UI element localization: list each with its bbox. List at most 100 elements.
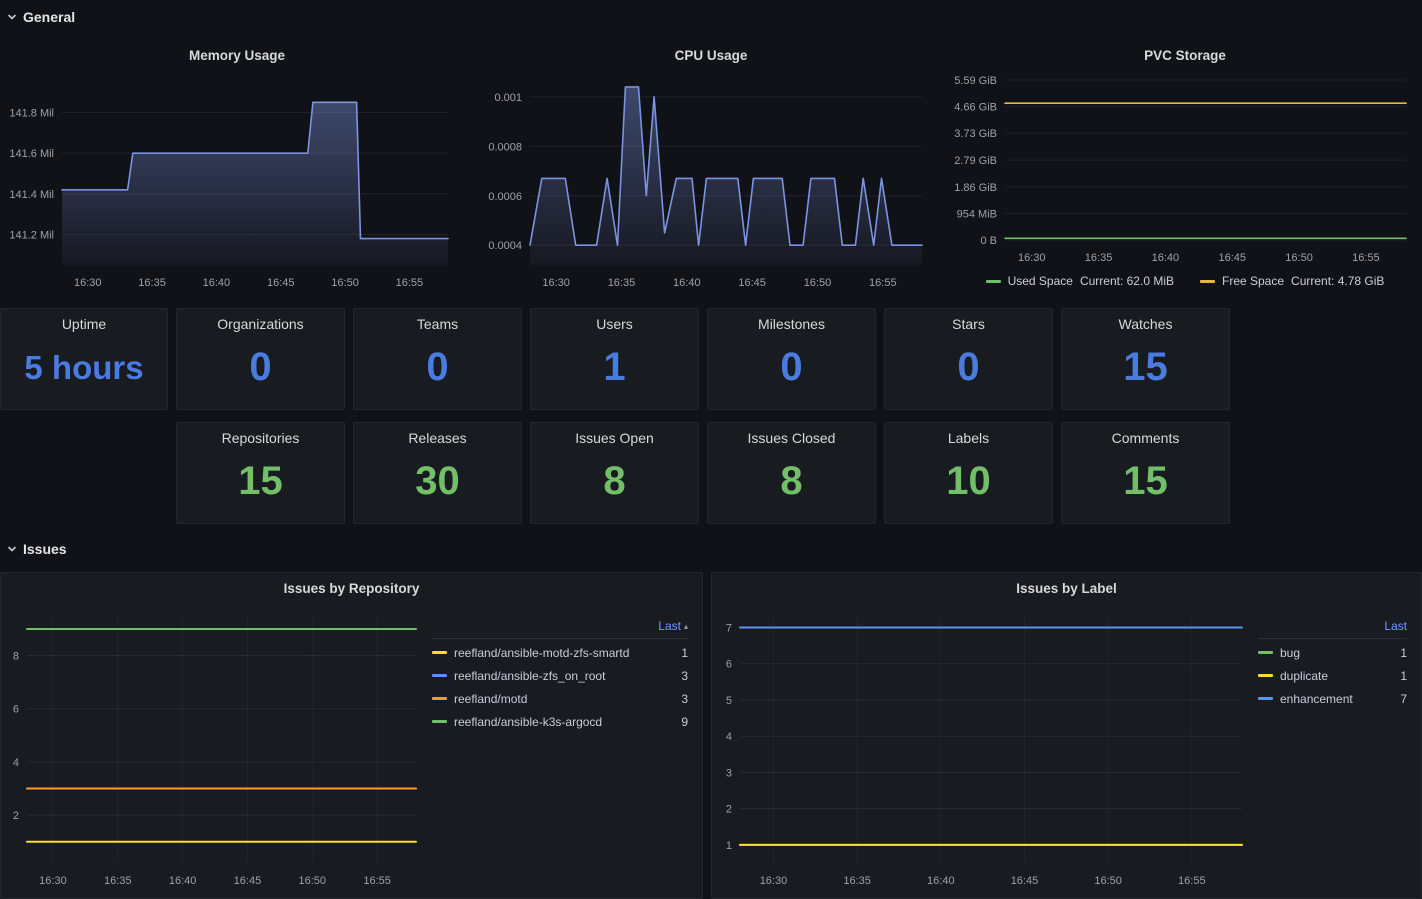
svg-text:16:30: 16:30 [760,875,788,887]
legend-series-name: enhancement [1280,691,1353,706]
panel-title-issues-by-label[interactable]: Issues by Label [712,573,1421,605]
stat-panel-comments: Comments 15 [1061,422,1230,524]
svg-text:16:45: 16:45 [234,875,262,887]
svg-text:16:45: 16:45 [738,277,766,289]
panel-title-pvc-storage[interactable]: PVC Storage [948,40,1422,72]
memory-usage-chart[interactable]: 141.2 Mil 141.4 Mil 141.6 Mil 141.8 Mil 16:3… [0,72,474,295]
svg-text:16:35: 16:35 [138,277,166,289]
svg-text:16:40: 16:40 [1152,252,1180,264]
svg-text:16:35: 16:35 [104,875,132,887]
stat-panel-milestones: Milestones 0 [707,308,876,410]
svg-text:16:50: 16:50 [299,875,327,887]
stat-value: 0 [957,345,980,389]
legend-item[interactable]: duplicate 1 [1258,664,1407,687]
panel-title-cpu-usage[interactable]: CPU Usage [474,40,948,72]
stat-row-1: Uptime 5 hours Organizations 0 Teams 0 U… [0,308,1230,410]
svg-text:4: 4 [726,731,732,743]
legend-sort-label: Last [658,619,681,633]
svg-text:16:55: 16:55 [1178,875,1206,887]
legend-item[interactable]: enhancement 7 [1258,687,1407,710]
panel-title-memory-usage[interactable]: Memory Usage [0,40,474,72]
legend-item[interactable]: reefland/ansible-k3s-argocd 9 [432,710,688,733]
series-color-icon [432,697,447,700]
panel-title-issues-by-repository[interactable]: Issues by Repository [1,573,702,605]
stat-value: 30 [415,459,460,503]
stat-panel-users: Users 1 [530,308,699,410]
stat-value: 8 [603,459,626,503]
series-color-icon [432,720,447,723]
svg-text:954 MiB: 954 MiB [957,208,997,220]
legend-item-free-space[interactable]: Free Space Current: 4.78 GiB [1200,274,1384,288]
svg-text:16:50: 16:50 [1285,252,1313,264]
stat-panel-stars: Stars 0 [884,308,1053,410]
legend-item[interactable]: reefland/ansible-zfs_on_root 3 [432,664,688,687]
legend-current-value: Current: 62.0 MiB [1079,274,1174,288]
stat-panel-organizations: Organizations 0 [176,308,345,410]
svg-text:16:50: 16:50 [331,277,359,289]
stat-panel-labels: Labels 10 [884,422,1053,524]
top-chart-row: Memory Usage 141.2 Mil 141.4 Mil 141.6 Mil… [0,40,1422,295]
svg-text:141.4 Mil: 141.4 Mil [9,189,54,201]
svg-text:141.6 Mil: 141.6 Mil [9,148,54,160]
svg-text:16:50: 16:50 [804,277,832,289]
svg-text:4.66 GiB: 4.66 GiB [954,102,997,114]
pvc-storage-chart[interactable]: 0 B 954 MiB 1.86 GiB 2.79 GiB 3.73 GiB 4.66 G… [948,72,1422,268]
legend-series-name: bug [1280,645,1301,660]
svg-text:141.2 Mil: 141.2 Mil [9,230,54,242]
legend-label: Free Space [1222,274,1285,288]
svg-text:2: 2 [726,804,732,816]
svg-text:0.0004: 0.0004 [488,240,522,252]
section-header-general[interactable]: General [6,6,75,28]
svg-text:7: 7 [726,622,732,634]
legend-series-name: reefland/ansible-k3s-argocd [454,714,603,729]
stat-value: 0 [780,345,803,389]
svg-text:16:30: 16:30 [542,277,570,289]
legend-item[interactable]: reefland/ansible-motd-zfs-smartd 1 [432,641,688,664]
svg-text:16:30: 16:30 [1018,252,1046,264]
stat-panel-releases: Releases 30 [353,422,522,524]
legend-item-used-space[interactable]: Used Space Current: 62.0 MiB [985,274,1174,288]
stat-panel-watches: Watches 15 [1061,308,1230,410]
legend-series-name: reefland/ansible-zfs_on_root [454,668,606,683]
svg-text:16:40: 16:40 [673,277,701,289]
legend-item[interactable]: bug 1 [1258,641,1407,664]
cpu-usage-chart[interactable]: 0.0004 0.0006 0.0008 0.001 16:30 16:35 16:40 16… [474,72,948,295]
section-header-issues[interactable]: Issues [6,538,67,560]
svg-text:16:55: 16:55 [869,277,897,289]
issues-by-label-chart[interactable]: 1 2 3 4 5 6 7 16:30 16:35 16:40 16:45 16:50 16:55 [712,605,1252,895]
legend-sort-label: Last [1384,619,1407,633]
svg-text:3.73 GiB: 3.73 GiB [954,128,997,140]
svg-text:16:35: 16:35 [1085,252,1113,264]
stat-value: 10 [946,459,991,503]
series-color-icon [432,651,447,654]
legend-series-value: 1 [1400,645,1407,660]
svg-text:6: 6 [13,704,19,716]
stat-row-2: Repositories 15 Releases 30 Issues Open … [0,422,1230,524]
svg-text:1.86 GiB: 1.86 GiB [954,182,997,194]
legend-sort-header[interactable]: Last [1258,619,1407,639]
legend-item[interactable]: reefland/motd 3 [432,687,688,710]
legend-current-value: Current: 4.78 GiB [1291,274,1385,288]
legend-label: Used Space [1007,274,1073,288]
stat-panel-uptime: Uptime 5 hours [0,308,168,410]
chevron-down-icon [6,11,18,23]
legend-series-name: reefland/ansible-motd-zfs-smartd [454,645,630,660]
svg-text:5: 5 [726,695,732,707]
series-color-icon [1258,697,1273,700]
issues-by-repository-chart[interactable]: 2 4 6 8 16:30 16:35 16:40 16:45 16:50 16:55 [1,605,426,895]
legend-sort-header[interactable]: Last ▴ [432,619,688,639]
svg-text:6: 6 [726,659,732,671]
svg-text:16:35: 16:35 [843,875,871,887]
svg-text:0 B: 0 B [980,235,997,247]
stat-value: 8 [780,459,803,503]
legend-series-value: 3 [681,691,688,706]
series-color-icon [432,674,447,677]
section-label: General [23,9,76,25]
svg-text:16:55: 16:55 [1352,252,1380,264]
legend-series-value: 3 [681,668,688,683]
empty-grid-cell [0,422,168,524]
svg-text:16:30: 16:30 [39,875,67,887]
svg-text:16:40: 16:40 [169,875,197,887]
series-color-icon [1258,674,1273,677]
svg-text:16:55: 16:55 [363,875,391,887]
